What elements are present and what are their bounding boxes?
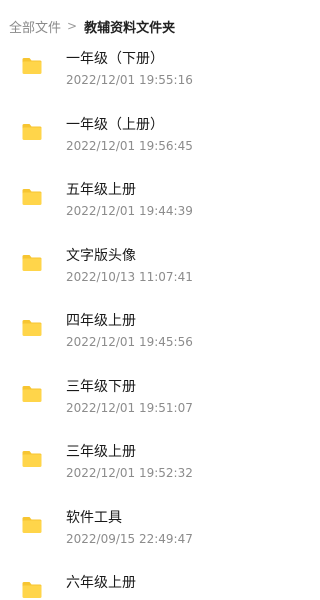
folder-icon — [22, 451, 42, 467]
file-list-item[interactable]: 四年级上册 2022/12/01 19:45:56 — [0, 299, 274, 365]
file-name: 五年级上册 — [66, 182, 136, 198]
file-date: 2022/12/01 19:52:32 — [66, 466, 193, 480]
file-browser-page: 全部文件 > 教辅资料文件夹 一年级（下册） 2022/12/01 19:55:… — [0, 0, 274, 600]
folder-icon — [22, 123, 42, 140]
file-list-item[interactable]: 三年级下册 2022/12/01 19:51:07 — [0, 365, 274, 431]
folder-icon — [22, 516, 42, 533]
file-list-item[interactable]: 软件工具 2022/09/15 22:49:47 — [0, 496, 274, 562]
file-list-item[interactable]: 三年级上册 2022/12/01 19:52:32 — [0, 430, 274, 496]
folder-icon — [22, 189, 42, 205]
file-name: 一年级（下册） — [66, 51, 164, 67]
file-list-item[interactable]: 一年级（下册） 2022/12/01 19:55:16 — [0, 37, 274, 103]
file-name: 三年级上册 — [66, 444, 136, 460]
folder-icon — [22, 254, 42, 271]
file-date: 2022/12/01 19:55:16 — [66, 73, 193, 87]
breadcrumb-separator: > — [67, 19, 78, 33]
file-list-item[interactable]: 六年级上册 — [0, 561, 274, 600]
file-name: 一年级（上册） — [66, 116, 164, 133]
file-date: 2022/10/13 11:07:41 — [66, 269, 193, 284]
file-date: 2022/12/01 19:56:45 — [66, 138, 193, 153]
file-name: 六年级上册 — [66, 575, 136, 591]
folder-icon — [22, 58, 42, 74]
file-date: 2022/12/01 19:51:07 — [66, 400, 193, 415]
file-list-item[interactable]: 五年级上册 2022/12/01 19:44:39 — [0, 168, 274, 234]
file-list-item[interactable]: 一年级（上册） 2022/12/01 19:56:45 — [0, 103, 274, 169]
file-list: 一年级（下册） 2022/12/01 19:55:16 一年级（上册） 2022… — [0, 37, 274, 600]
folder-icon — [22, 582, 42, 598]
file-name: 四年级上册 — [66, 313, 136, 329]
folder-icon — [22, 385, 42, 402]
file-date: 2022/09/15 22:49:47 — [66, 531, 193, 546]
file-name: 软件工具 — [66, 509, 122, 526]
breadcrumb-root-link[interactable]: 全部文件 — [9, 17, 61, 36]
breadcrumb-current: 教辅资料文件夹 — [84, 20, 176, 36]
file-list-item[interactable]: 文字版头像 2022/10/13 11:07:41 — [0, 234, 274, 300]
file-name: 文字版头像 — [66, 247, 136, 264]
folder-icon — [22, 320, 42, 336]
file-date: 2022/12/01 19:45:56 — [66, 335, 193, 349]
file-name: 三年级下册 — [66, 378, 136, 395]
file-date: 2022/12/01 19:44:39 — [66, 204, 193, 218]
